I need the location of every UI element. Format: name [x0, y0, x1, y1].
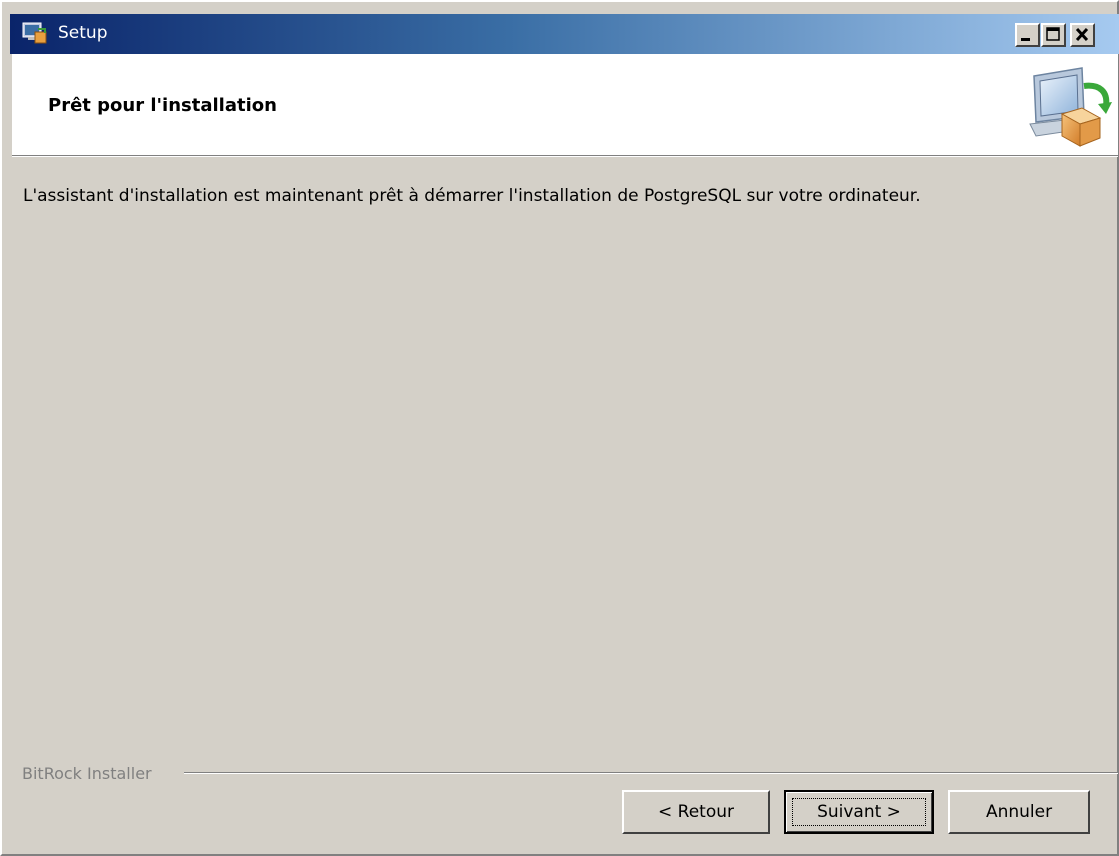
title-bar[interactable]: Setup: [10, 14, 1119, 54]
back-button-label: < Retour: [658, 802, 734, 822]
header-divider-highlight: [12, 156, 1118, 157]
close-icon: [1075, 27, 1089, 42]
maximize-button[interactable]: [1041, 23, 1066, 47]
cancel-button[interactable]: Annuler: [948, 790, 1090, 834]
footer-divider-highlight: [184, 773, 1118, 774]
brand-label: BitRock Installer: [22, 764, 152, 783]
minimize-button[interactable]: [1015, 23, 1040, 47]
maximize-icon: [1046, 27, 1060, 41]
minimize-icon: [1021, 38, 1030, 41]
setup-window: Setup Prêt pour l'installation L'assista…: [0, 0, 1119, 856]
next-button[interactable]: Suivant >: [784, 790, 934, 834]
setup-app-icon: [22, 22, 47, 44]
ready-message: L'assistant d'installation est maintenan…: [23, 186, 921, 206]
window-title: Setup: [58, 23, 108, 43]
close-button[interactable]: [1070, 23, 1095, 47]
cancel-button-label: Annuler: [985, 802, 1053, 822]
back-button[interactable]: < Retour: [622, 790, 770, 834]
installer-computer-box-icon: [1029, 67, 1112, 147]
page-title: Prêt pour l'installation: [48, 95, 277, 116]
next-button-label: Suivant >: [817, 802, 901, 822]
